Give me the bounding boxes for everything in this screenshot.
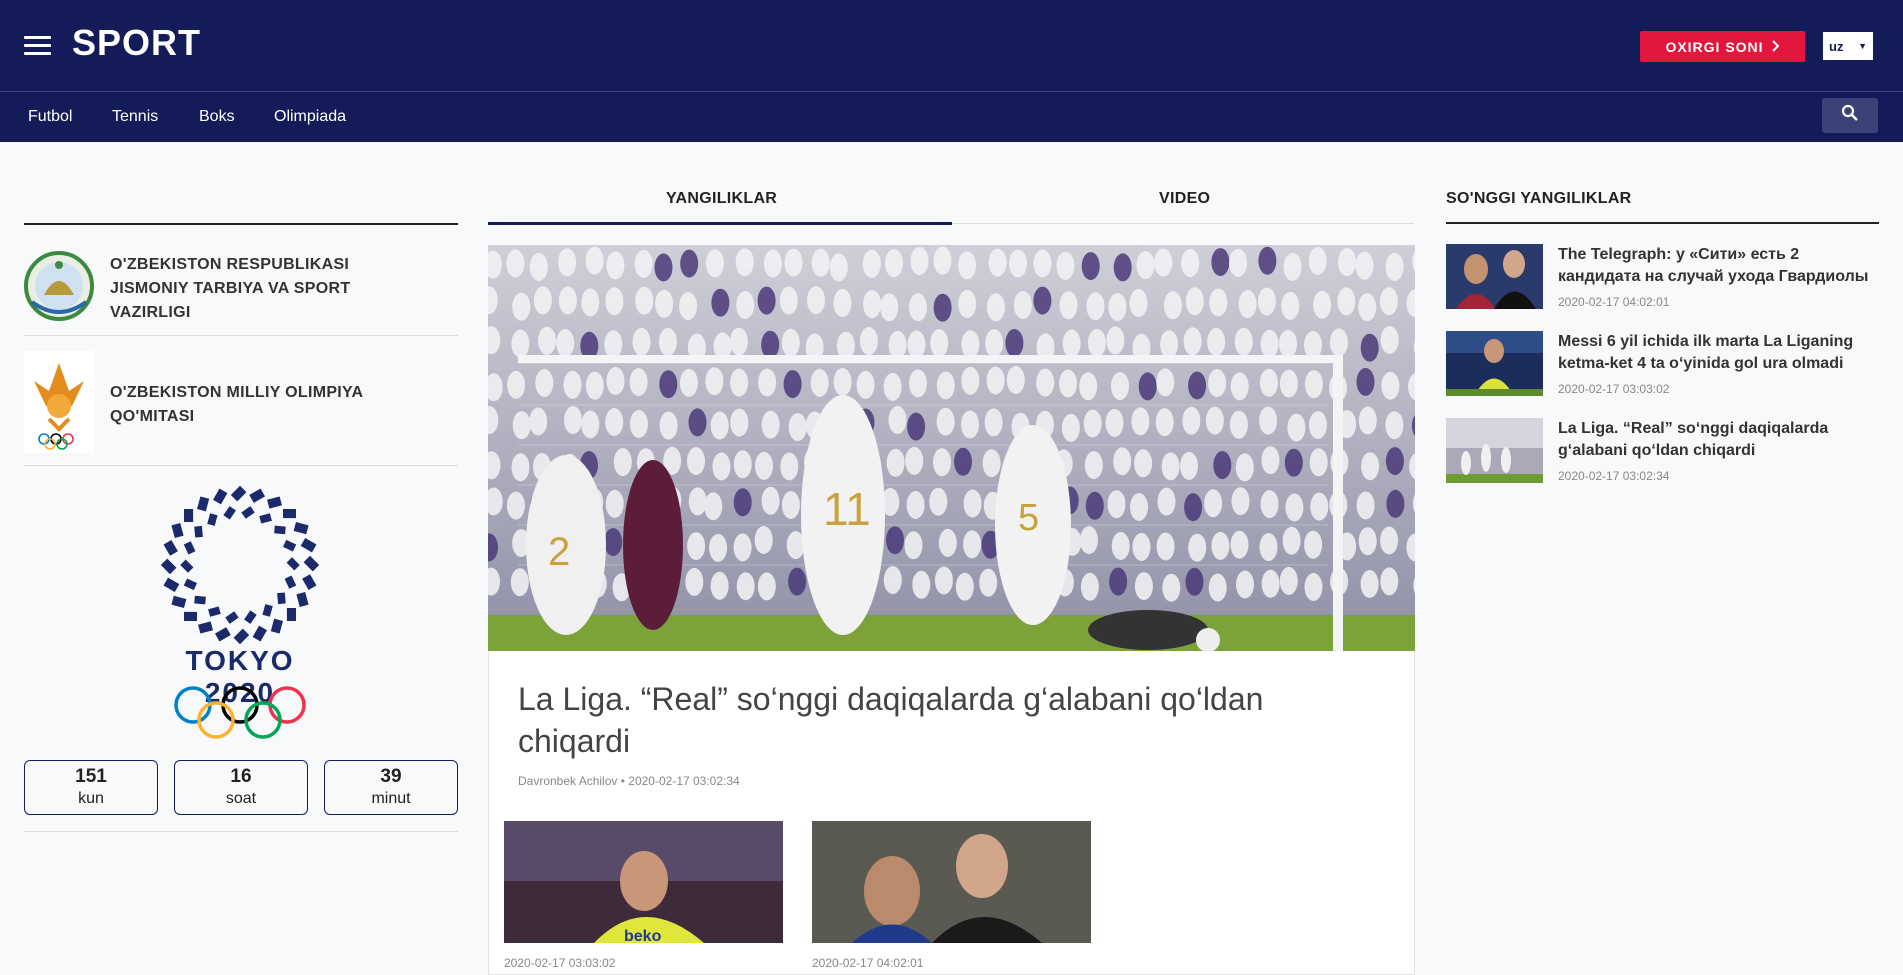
- top-bar: SPORT OXIRGI SONI uz ▼: [0, 0, 1903, 92]
- latest-news-divider: [1446, 222, 1879, 224]
- org-link-olympic-committee[interactable]: O'ZBEKISTON MILLIY OLIMPIYA QO'MITASI: [24, 344, 458, 466]
- search-button[interactable]: [1822, 98, 1878, 133]
- countdown-value: 39: [380, 766, 402, 787]
- featured-article-image[interactable]: 2 11 5: [488, 245, 1415, 651]
- org-name: O'ZBEKISTON MILLIY OLIMPIYA QO'MITASI: [110, 383, 363, 425]
- menu-icon[interactable]: [24, 36, 51, 56]
- latest-news-item[interactable]: Messi 6 yil ichida ilk marta La Liganing…: [1446, 331, 1879, 401]
- nav-item-futbol[interactable]: Futbol: [28, 108, 72, 126]
- news-date: 2020-02-17 03:02:34: [1558, 469, 1670, 483]
- thumbnail-date: 2020-02-17 04:02:01: [812, 956, 924, 970]
- uzbekistan-emblem-icon: [24, 247, 94, 330]
- main-nav: Futbol Tennis Boks Olimpiada: [0, 92, 1903, 142]
- article-meta: Davronbek Achilov • 2020-02-17 03:02:34: [518, 774, 740, 788]
- countdown-unit: minut: [371, 790, 411, 807]
- site-header: SPORT OXIRGI SONI uz ▼ Futbol Tennis Bok…: [0, 0, 1903, 142]
- tab-video[interactable]: VIDEO: [1159, 190, 1210, 208]
- nav-item-tennis[interactable]: Tennis: [112, 108, 158, 126]
- countdown-hours: 16 soat: [174, 760, 308, 815]
- news-date: 2020-02-17 03:03:02: [1558, 382, 1670, 396]
- org-name: O'ZBEKISTON RESPUBLIKASI JISMONIY TARBIY…: [110, 255, 351, 321]
- tokyo-2020-emblem[interactable]: TOKYO 2020: [155, 480, 325, 740]
- latest-news-title: SO'NGGI YANGILIKLAR: [1446, 190, 1632, 207]
- countdown-value: 151: [75, 766, 107, 787]
- svg-text:beko: beko: [624, 928, 662, 943]
- svg-text:11: 11: [823, 483, 871, 535]
- article-thumbnail[interactable]: [812, 821, 1091, 943]
- chevron-right-icon: [1771, 39, 1780, 55]
- tab-divider: [952, 223, 1414, 224]
- article-thumbnail[interactable]: beko: [504, 821, 783, 943]
- thumbnail-date: 2020-02-17 03:03:02: [504, 956, 616, 970]
- svg-text:2: 2: [548, 530, 570, 574]
- tokyo-emblem-icon: [160, 485, 320, 645]
- article-author: Davronbek Achilov: [518, 774, 618, 788]
- nav-item-boks[interactable]: Boks: [199, 108, 235, 126]
- latest-issue-label: OXIRGI SONI: [1665, 38, 1764, 55]
- news-date: 2020-02-17 04:02:01: [1558, 295, 1670, 309]
- countdown-unit: soat: [225, 790, 257, 807]
- news-thumbnail: [1446, 244, 1543, 309]
- org-link-ministry[interactable]: O'ZBEKISTON RESPUBLIKASI JISMONIY TARBIY…: [24, 242, 458, 336]
- countdown-minutes: 39 minut: [324, 760, 458, 815]
- latest-issue-button[interactable]: OXIRGI SONI: [1640, 31, 1805, 62]
- article-date: 2020-02-17 03:02:34: [628, 774, 740, 788]
- svg-text:5: 5: [1018, 497, 1039, 539]
- caret-down-icon: ▼: [1858, 41, 1867, 51]
- countdown-days: 151 kun: [24, 760, 158, 815]
- language-select[interactable]: uz ▼: [1823, 32, 1873, 60]
- news-thumbnail: [1446, 331, 1543, 396]
- olympic-rings-icon: [174, 686, 306, 739]
- olympic-committee-logo-icon: [24, 351, 94, 458]
- countdown-unit: kun: [78, 790, 104, 807]
- divider: [24, 831, 458, 832]
- news-title: La Liga. “Real” so‘nggi daqiqalarda g‘al…: [1558, 420, 1829, 459]
- latest-news-item[interactable]: The Telegraph: у «Сити» есть 2 кандидата…: [1446, 244, 1879, 314]
- active-tab-indicator: [488, 222, 952, 225]
- left-column-divider: [24, 223, 458, 225]
- latest-news-item[interactable]: La Liga. “Real” so‘nggi daqiqalarda g‘al…: [1446, 418, 1879, 488]
- news-title: The Telegraph: у «Сити» есть 2 кандидата…: [1558, 246, 1869, 285]
- countdown-value: 16: [230, 766, 252, 787]
- news-title: Messi 6 yil ichida ilk marta La Liganing…: [1558, 333, 1854, 372]
- site-logo[interactable]: SPORT: [72, 22, 201, 64]
- featured-article-title[interactable]: La Liga. “Real” so‘nggi daqiqalarda g‘al…: [518, 678, 1378, 762]
- search-icon: [1841, 104, 1859, 127]
- tab-news[interactable]: YANGILIKLAR: [666, 190, 777, 208]
- nav-item-olimpiada[interactable]: Olimpiada: [274, 108, 346, 126]
- news-thumbnail: [1446, 418, 1543, 483]
- language-value: uz: [1829, 38, 1844, 54]
